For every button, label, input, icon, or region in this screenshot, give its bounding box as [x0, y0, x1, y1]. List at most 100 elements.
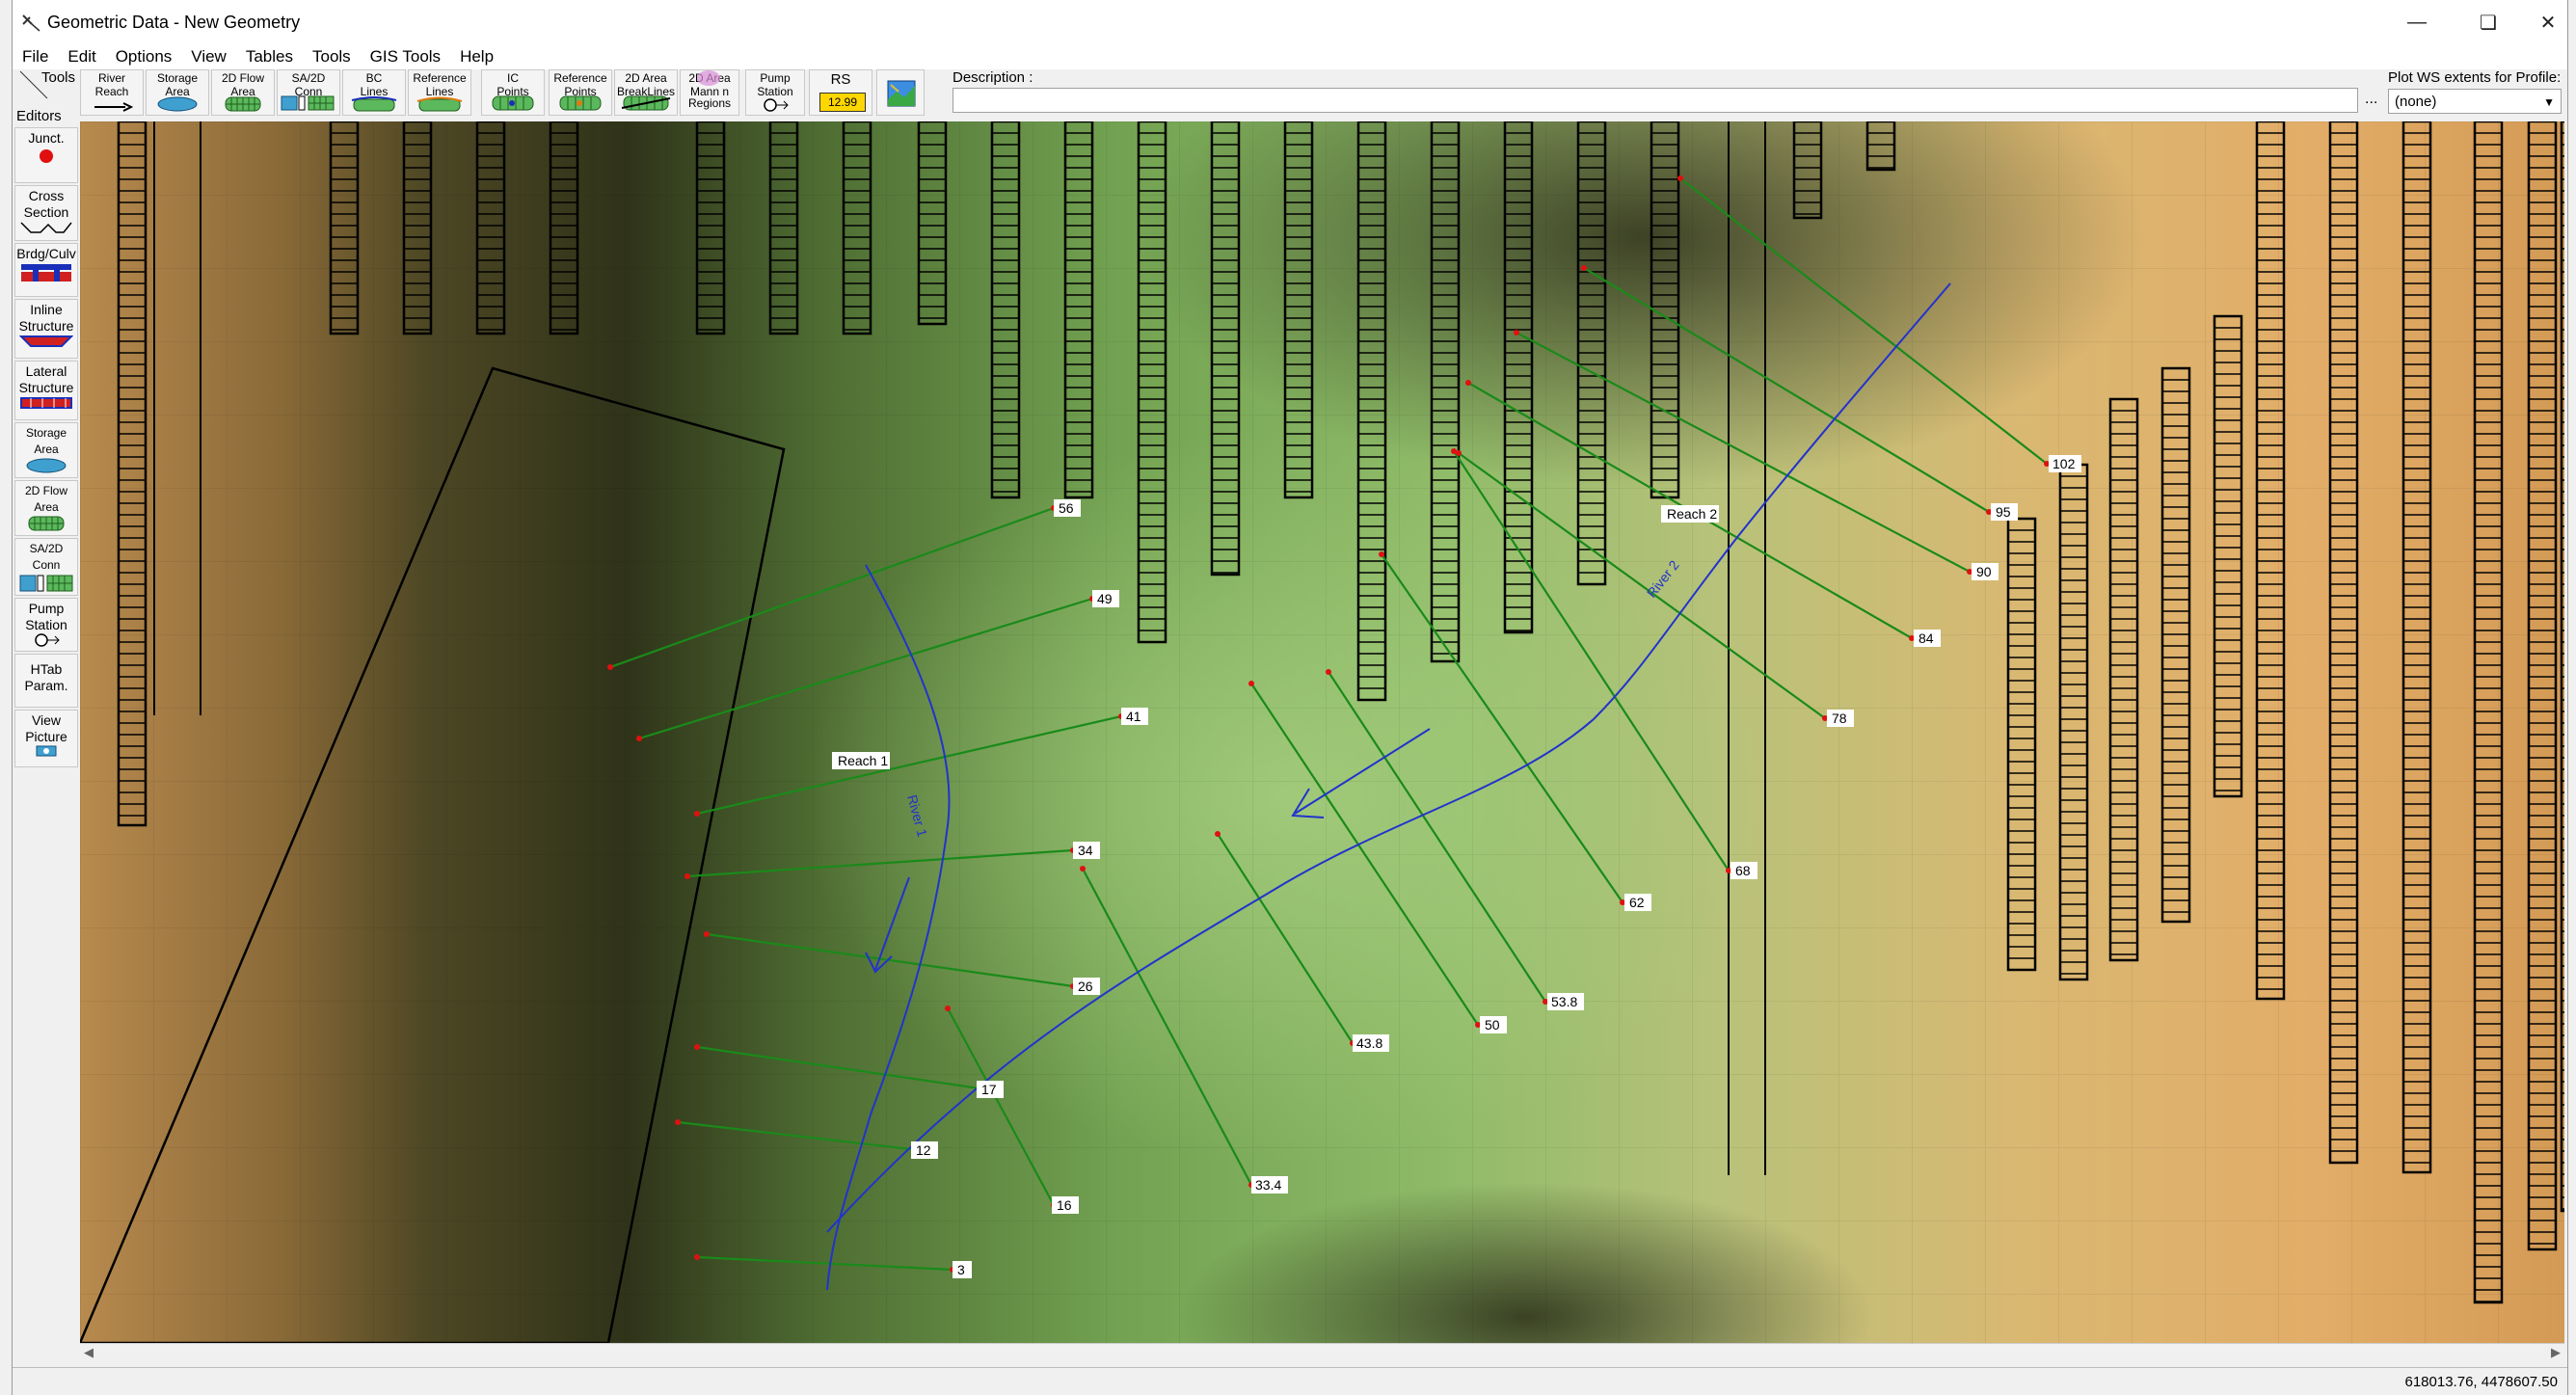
inline-structure-editor-button[interactable]: Inline Structure — [14, 299, 78, 359]
scroll-left-icon[interactable]: ◀ — [84, 1345, 94, 1360]
minimize-button[interactable]: — — [2390, 6, 2444, 39]
xs-label-34-text: 34 — [1078, 843, 1093, 858]
pump-station-label-1: Pump — [760, 71, 791, 85]
reference-points-label-1: Reference — [553, 71, 607, 85]
xs-label-33.4: 33.4 — [1251, 1176, 1288, 1194]
description-label: Description : — [953, 69, 1033, 86]
storage-area-label-2: Area — [165, 85, 190, 98]
river-reach-button[interactable]: River Reach — [80, 69, 144, 116]
rs-button[interactable]: RS 12.99 — [809, 69, 872, 116]
restore-button[interactable]: ❏ — [2461, 6, 2515, 39]
rs-label: RS — [830, 71, 851, 88]
xs-label-95-text: 95 — [1996, 504, 2011, 520]
menu-bar: File Edit Options View Tables Tools GIS … — [13, 44, 2567, 69]
xs-label-78: 78 — [1827, 710, 1854, 727]
htab-param-editor-button[interactable]: HTab Param. — [14, 654, 78, 708]
view-picture-label-1: View — [31, 712, 62, 728]
sa2d-conn-button[interactable]: SA/2D Conn — [277, 69, 340, 116]
map-layers-button[interactable] — [876, 69, 925, 116]
xs-endpoint — [694, 1044, 700, 1050]
geometry-map-canvas[interactable]: Reach 1 Reach 2 River 1 River 2 56 49 41… — [80, 121, 2564, 1343]
xs-endpoint — [1581, 265, 1587, 271]
lateral-structure-label-2: Structure — [18, 380, 74, 395]
reference-lines-label-1: Reference — [413, 71, 467, 85]
editors-label: Editors — [16, 108, 62, 124]
tools-label: Tools — [41, 69, 76, 86]
reference-points-button[interactable]: Reference Points — [549, 69, 612, 116]
bridge-culvert-editor-button[interactable]: Brdg/Culv — [14, 243, 78, 297]
menu-tools[interactable]: Tools — [303, 47, 361, 67]
view-picture-label-2: Picture — [25, 729, 67, 744]
view-picture-editor-button[interactable]: View Picture — [14, 710, 78, 767]
ladder-rungs — [2214, 327, 2241, 791]
2d-flow-area-button[interactable]: 2D Flow Area — [211, 69, 275, 116]
reach-2-label: Reach 2 — [1667, 506, 1717, 522]
storage-area-button[interactable]: Storage Area — [146, 69, 209, 116]
ic-points-button[interactable]: IC Points — [481, 69, 545, 116]
lateral-structure-icon — [20, 397, 72, 409]
xs-endpoint — [1456, 450, 1462, 456]
2d-flow-area-editor-button[interactable]: 2D Flow Area — [14, 480, 78, 536]
status-bar: 618013.76, 4478607.50 — [13, 1367, 2567, 1395]
2d-area-mannings-button[interactable]: 2D Area Mann n Regions — [680, 69, 739, 116]
xs-label-53.8-text: 53.8 — [1551, 994, 1577, 1009]
reference-lines-label-2: Lines — [425, 85, 454, 98]
bc-lines-button[interactable]: BC Lines — [342, 69, 406, 116]
xs-endpoint — [607, 664, 613, 670]
xs-label-12: 12 — [911, 1141, 938, 1159]
menu-options[interactable]: Options — [106, 47, 182, 67]
xs-endpoint — [1379, 551, 1384, 557]
xs-label-49-text: 49 — [1097, 591, 1113, 606]
menu-file[interactable]: File — [13, 47, 58, 67]
storage-area-editor-button[interactable]: Storage Area — [14, 422, 78, 478]
close-button[interactable]: ✕ — [2521, 6, 2575, 39]
reference-lines-button[interactable]: Reference Lines — [408, 69, 471, 116]
cursor-coordinates: 618013.76, 4478607.50 — [2404, 1374, 2559, 1390]
rs-value-icon: 12.99 — [819, 93, 866, 112]
lateral-structure-editor-button[interactable]: Lateral Structure — [14, 361, 78, 420]
scroll-right-icon[interactable]: ▶ — [2551, 1345, 2561, 1360]
description-input[interactable] — [953, 88, 2358, 113]
xs-label-26-text: 26 — [1078, 979, 1093, 994]
menu-tables[interactable]: Tables — [236, 47, 303, 67]
junction-editor-button[interactable]: Junct. — [14, 127, 78, 183]
xs-endpoint — [1514, 330, 1519, 335]
pump-station-button[interactable]: Pump Station — [745, 69, 805, 116]
sa2d-conn-editor-icon — [19, 575, 73, 592]
description-more-button[interactable]: ... — [2365, 91, 2377, 108]
xs-endpoint — [1080, 866, 1086, 872]
breaklines-label-1: 2D Area — [625, 71, 667, 85]
xs-label-12-text: 12 — [916, 1142, 931, 1158]
cross-section-icon — [20, 222, 72, 233]
ic-points-label-1: IC — [507, 71, 519, 85]
view-picture-icon — [36, 745, 57, 757]
xs-label-3: 3 — [953, 1261, 972, 1278]
reference-points-icon — [559, 95, 602, 111]
menu-gis-tools[interactable]: GIS Tools — [361, 47, 450, 67]
xs-label-16-text: 16 — [1057, 1197, 1072, 1213]
plot-ws-select[interactable]: (none) ▼ — [2388, 89, 2562, 114]
xs-endpoint — [684, 873, 690, 879]
reach-1-label: Reach 1 — [838, 753, 888, 768]
xs-label-90-text: 90 — [1976, 564, 1992, 579]
pump-station-editor-icon — [35, 633, 60, 647]
xs-label-3-text: 3 — [957, 1262, 965, 1277]
menu-help[interactable]: Help — [450, 47, 503, 67]
2d-area-breaklines-button[interactable]: 2D Area BreakLines — [614, 69, 678, 116]
title-bar: Geometric Data - New Geometry — ❏ ✕ — [13, 0, 2567, 44]
inline-structure-label-2: Structure — [18, 318, 74, 334]
xs-label-17-text: 17 — [981, 1082, 997, 1097]
horizontal-scrollbar[interactable]: ◀ ▶ — [80, 1343, 2564, 1361]
cross-section-editor-button[interactable]: Cross Section — [14, 185, 78, 241]
reference-lines-icon — [416, 96, 463, 112]
sa2d-conn-editor-button[interactable]: SA/2D Conn — [14, 538, 78, 596]
menu-view[interactable]: View — [181, 47, 236, 67]
xs-label-62: 62 — [1624, 894, 1651, 911]
xs-label-17: 17 — [977, 1081, 1004, 1098]
menu-edit[interactable]: Edit — [58, 47, 105, 67]
xs-label-43.8-text: 43.8 — [1356, 1035, 1382, 1051]
pump-station-editor-button[interactable]: Pump Station — [14, 598, 78, 652]
xs-endpoint — [1326, 669, 1331, 675]
xs-endpoint — [1215, 831, 1221, 837]
app-icon — [22, 14, 40, 32]
